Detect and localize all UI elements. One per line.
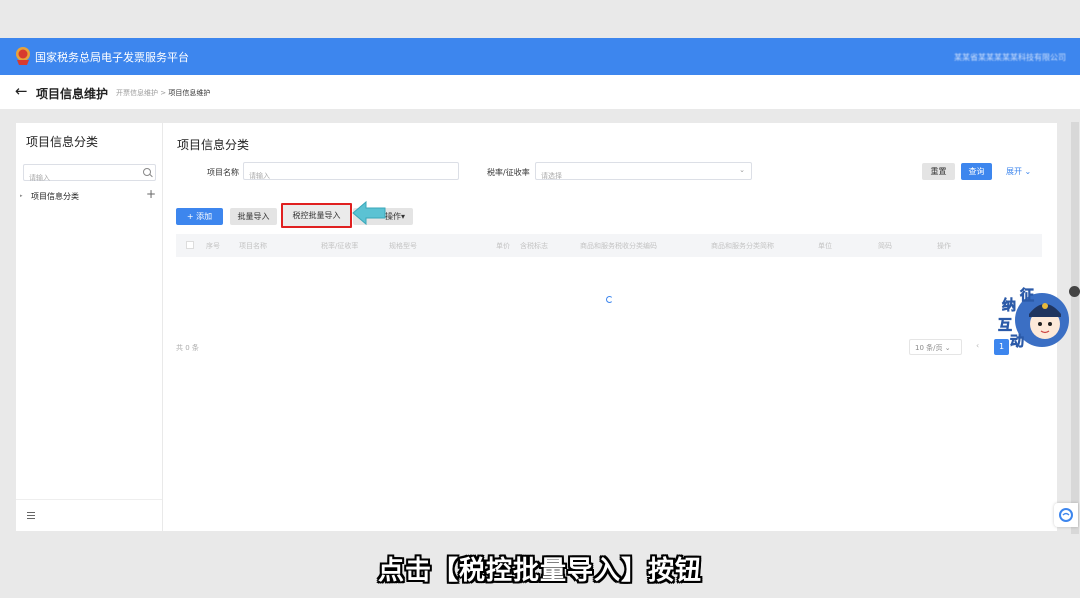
- column-header: 规格型号: [389, 242, 417, 250]
- tax-control-batch-import-button[interactable]: 税控批量导入: [281, 203, 352, 228]
- tax-emblem-logo: [16, 47, 30, 65]
- app-title: 国家税务总局电子发票服务平台: [35, 51, 189, 64]
- column-header: 商品和服务分类简称: [711, 242, 774, 250]
- back-arrow-icon[interactable]: ←: [15, 84, 28, 99]
- column-header: 商品和服务税收分类编码: [580, 242, 657, 250]
- breadcrumb-current: 项目信息维护: [168, 89, 211, 97]
- breadcrumb: 开票信息维护 > 项目信息维护: [116, 88, 210, 98]
- sidebar-title: 项目信息分类: [26, 135, 99, 149]
- column-header: 简码: [878, 242, 892, 250]
- customer-service-icon[interactable]: [1054, 503, 1078, 527]
- prev-page-icon[interactable]: ‹: [976, 341, 979, 350]
- mascot-char-1: 征: [1020, 287, 1034, 304]
- item-name-field: [243, 162, 459, 184]
- sidebar-search-input[interactable]: [24, 170, 134, 186]
- menu-collapse-icon[interactable]: [27, 512, 35, 521]
- tax-rate-label: 税率/征收率: [487, 168, 530, 177]
- scrollbar[interactable]: [1071, 122, 1079, 534]
- video-caption: 点击【税控批量导入】按钮: [377, 556, 702, 586]
- mascot-char-2: 纳: [1002, 297, 1016, 314]
- total-count: 共 0 条: [176, 344, 199, 352]
- add-category-icon[interactable]: +: [146, 188, 156, 200]
- sidebar-divider: [16, 499, 162, 500]
- tree-expand-icon[interactable]: ▸: [20, 193, 23, 199]
- batch-import-button[interactable]: 批量导入: [230, 208, 277, 225]
- query-button[interactable]: 查询: [961, 163, 992, 180]
- column-header: 序号: [206, 242, 220, 250]
- breadcrumb-parent[interactable]: 开票信息维护: [116, 89, 158, 97]
- column-header: 单价: [496, 242, 510, 250]
- column-header: 税率/征收率: [321, 242, 359, 250]
- main-panel: [163, 123, 1057, 531]
- reset-button[interactable]: 重置: [922, 163, 955, 180]
- sidebar-search: [23, 164, 156, 186]
- add-button[interactable]: + 添加: [176, 208, 223, 225]
- pointer-arrow-icon: [352, 200, 386, 226]
- select-all-checkbox[interactable]: [186, 241, 194, 249]
- search-icon[interactable]: [143, 168, 151, 176]
- breadcrumb-separator: >: [160, 89, 167, 97]
- tax-rate-input[interactable]: [536, 168, 751, 184]
- main-title: 项目信息分类: [177, 138, 250, 152]
- expand-button[interactable]: 展开 ⌄: [1006, 163, 1036, 180]
- mascot-char-3: 互: [998, 318, 1012, 334]
- column-header: 单位: [818, 242, 832, 250]
- tree-node-root[interactable]: 项目信息分类: [31, 191, 79, 202]
- tax-rate-select[interactable]: ⌄: [535, 162, 752, 184]
- item-name-input[interactable]: [244, 168, 458, 184]
- column-header: 操作: [937, 242, 951, 250]
- mascot-assistant[interactable]: 征 纳 互 动: [996, 284, 1072, 354]
- item-name-label: 项目名称: [207, 168, 239, 177]
- column-header: 含税标志: [520, 242, 548, 250]
- user-company-name[interactable]: 某某省某某某某某科技有限公司: [954, 52, 1066, 63]
- loading-spinner-icon: [606, 296, 613, 303]
- column-header: 项目名称: [239, 242, 267, 250]
- page-title: 项目信息维护: [36, 87, 109, 101]
- mascot-char-4: 动: [1010, 333, 1024, 350]
- page-size-select[interactable]: 10 条/页 ⌄: [909, 339, 962, 355]
- chevron-down-icon: ⌄: [739, 166, 745, 174]
